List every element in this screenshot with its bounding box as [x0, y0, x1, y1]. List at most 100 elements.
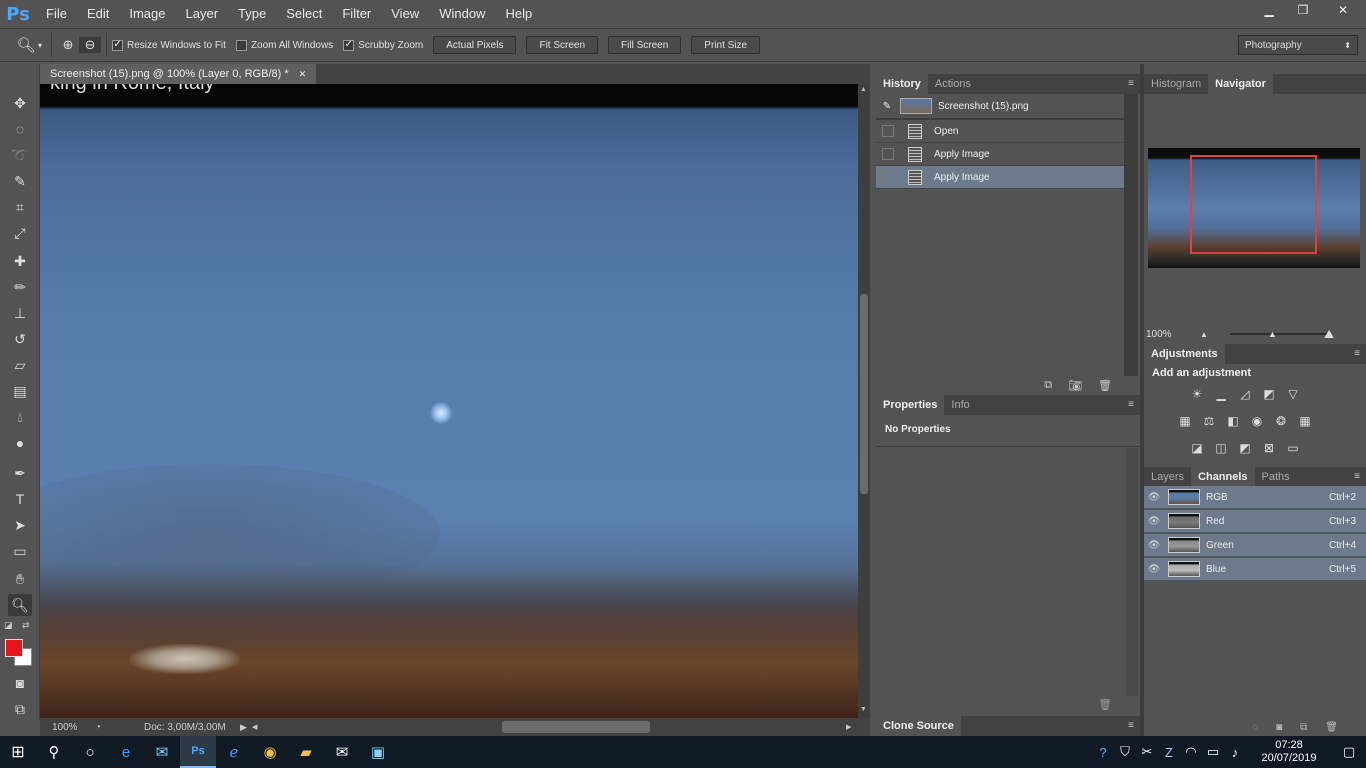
menu-file[interactable]: File: [36, 0, 77, 28]
hue-saturation-icon[interactable]: ▦: [1176, 413, 1194, 429]
clone-stamp-tool-icon[interactable]: ⊥: [8, 302, 32, 324]
history-step[interactable]: Open: [876, 120, 1124, 143]
color-balance-icon[interactable]: ⚖: [1200, 413, 1218, 429]
workspace-select[interactable]: Photography ⬍: [1238, 35, 1358, 55]
posterize-icon[interactable]: ◫: [1212, 440, 1230, 456]
eye-icon[interactable]: 👁︎: [1144, 564, 1164, 575]
lasso-tool-icon[interactable]: ➰: [8, 144, 32, 166]
history-step[interactable]: Apply Image: [876, 143, 1124, 166]
eraser-tool-icon[interactable]: ▱: [8, 354, 32, 376]
actual-pixels-button[interactable]: Actual Pixels: [433, 36, 517, 54]
search-icon[interactable]: ⚲: [36, 736, 72, 768]
color-lookup-icon[interactable]: ▦: [1296, 413, 1314, 429]
dodge-tool-icon[interactable]: ●: [8, 432, 32, 454]
channel-row-green[interactable]: 👁︎ Green Ctrl+4: [1144, 534, 1366, 557]
zoom-tool-icon[interactable]: 🔍︎: [8, 594, 32, 616]
history-brush-tool-icon[interactable]: ↺: [8, 328, 32, 350]
share-icon[interactable]: ◔: [88, 722, 108, 733]
trash-icon[interactable]: 🗑︎: [1325, 722, 1338, 733]
tool-preset-chevron-icon[interactable]: ▾: [38, 41, 42, 50]
resize-windows-checkbox[interactable]: ✓ Resize Windows to Fit: [112, 39, 226, 51]
tab-clone-source[interactable]: Clone Source: [876, 716, 961, 736]
document-canvas[interactable]: king in Rome, Italy: [40, 84, 858, 718]
panel-menu-icon[interactable]: ≡: [1354, 471, 1360, 482]
document-tab[interactable]: Screenshot (15).png @ 100% (Layer 0, RGB…: [40, 64, 317, 84]
tab-adjustments[interactable]: Adjustments: [1144, 344, 1225, 364]
menu-edit[interactable]: Edit: [77, 0, 119, 28]
scrubby-zoom-checkbox[interactable]: ✓ Scrubby Zoom: [343, 39, 423, 51]
tab-paths[interactable]: Paths: [1255, 467, 1297, 487]
panel-menu-icon[interactable]: ≡: [1354, 348, 1360, 359]
swap-colors-icon[interactable]: ⇄: [22, 620, 30, 631]
menu-type[interactable]: Type: [228, 0, 276, 28]
navigator-view-rect[interactable]: [1190, 155, 1317, 254]
close-tab-icon[interactable]: ✕: [299, 69, 307, 80]
foreground-color-swatch[interactable]: [5, 639, 23, 657]
trash-icon[interactable]: 🗑︎: [1098, 698, 1112, 711]
zoom-out-icon[interactable]: ⊖: [79, 37, 102, 53]
curves-icon[interactable]: ◿: [1236, 386, 1254, 402]
tools-icon[interactable]: ✂: [1136, 744, 1158, 760]
channel-row-red[interactable]: 👁︎ Red Ctrl+3: [1144, 510, 1366, 533]
shield-icon[interactable]: ⛉: [1114, 744, 1136, 760]
exposure-icon[interactable]: ◩: [1260, 386, 1278, 402]
volume-icon[interactable]: ♪: [1224, 745, 1246, 760]
clock[interactable]: 07:28 20/07/2019: [1246, 739, 1332, 765]
brush-tool-icon[interactable]: ✏: [8, 276, 32, 298]
eye-icon[interactable]: 👁︎: [1144, 540, 1164, 551]
panel-menu-icon[interactable]: ≡: [1128, 78, 1134, 89]
mail-icon[interactable]: ✉: [324, 736, 360, 768]
new-channel-icon[interactable]: ⧉: [1300, 722, 1307, 733]
tab-navigator[interactable]: Navigator: [1208, 74, 1273, 94]
quick-mask-icon[interactable]: ◙: [8, 672, 32, 694]
camera-icon[interactable]: 📷︎: [1068, 379, 1082, 392]
zoom-out-mountain-icon[interactable]: ▲: [1200, 330, 1224, 339]
selective-color-icon[interactable]: ⊠: [1260, 440, 1278, 456]
save-selection-icon[interactable]: ◙: [1276, 722, 1282, 733]
menu-select[interactable]: Select: [276, 0, 332, 28]
blur-tool-icon[interactable]: 💧︎: [8, 406, 32, 428]
properties-scroll-track[interactable]: [1126, 448, 1138, 696]
notifications-icon[interactable]: ▢: [1332, 744, 1366, 760]
help-icon[interactable]: ?: [1092, 745, 1114, 760]
channel-row-blue[interactable]: 👁︎ Blue Ctrl+5: [1144, 558, 1366, 581]
panel-menu-icon[interactable]: ≡: [1128, 720, 1134, 731]
navigator-zoom-slider[interactable]: [1230, 333, 1330, 335]
minimize-button[interactable]: ▁: [1252, 0, 1286, 20]
channel-mixer-icon[interactable]: ❂: [1272, 413, 1290, 429]
zoom-app-icon[interactable]: Z: [1158, 745, 1180, 760]
screen-app-icon[interactable]: ▣: [360, 736, 396, 768]
zoom-in-icon[interactable]: ⊕: [57, 37, 79, 53]
close-button[interactable]: ✕: [1320, 0, 1366, 20]
move-tool-icon[interactable]: ✥: [8, 92, 32, 114]
eyedropper-tool-icon[interactable]: ⤢: [8, 222, 32, 244]
zoom-tool-icon[interactable]: 🔍︎: [14, 36, 38, 54]
windows-start-icon[interactable]: ⊞: [0, 736, 36, 768]
levels-icon[interactable]: ▁: [1212, 386, 1230, 402]
crop-tool-icon[interactable]: ⌗: [8, 196, 32, 218]
menu-layer[interactable]: Layer: [176, 0, 229, 28]
menu-filter[interactable]: Filter: [332, 0, 381, 28]
healing-brush-tool-icon[interactable]: ✚: [8, 250, 32, 272]
fill-screen-button[interactable]: Fill Screen: [608, 36, 682, 54]
gradient-tool-icon[interactable]: ▤: [8, 380, 32, 402]
tab-channels[interactable]: Channels: [1191, 467, 1255, 487]
zoom-in-mountain-icon[interactable]: ⛰︎: [1324, 327, 1334, 342]
invert-icon[interactable]: ◪: [1188, 440, 1206, 456]
fit-screen-button[interactable]: Fit Screen: [526, 36, 599, 54]
default-colors-icon[interactable]: ◪: [4, 620, 13, 631]
path-selection-tool-icon[interactable]: ➤: [8, 514, 32, 536]
menu-image[interactable]: Image: [119, 0, 175, 28]
screen-mode-icon[interactable]: ⧉: [8, 698, 32, 720]
load-selection-icon[interactable]: ◌: [1252, 722, 1258, 733]
scroll-up-icon[interactable]: ▲: [860, 86, 867, 93]
status-menu-arrow-icon[interactable]: ▶: [240, 722, 252, 733]
shape-tool-icon[interactable]: ▭: [8, 540, 32, 562]
scroll-left-icon[interactable]: ◀: [252, 723, 264, 731]
tab-actions[interactable]: Actions: [928, 74, 978, 94]
history-snapshot[interactable]: ✎ Screenshot (15).png: [876, 94, 1124, 120]
zoom-level[interactable]: 100%: [40, 722, 88, 733]
type-tool-icon[interactable]: T: [8, 488, 32, 510]
photo-filter-icon[interactable]: ◉: [1248, 413, 1266, 429]
internet-explorer-icon[interactable]: ℯ: [216, 736, 252, 768]
